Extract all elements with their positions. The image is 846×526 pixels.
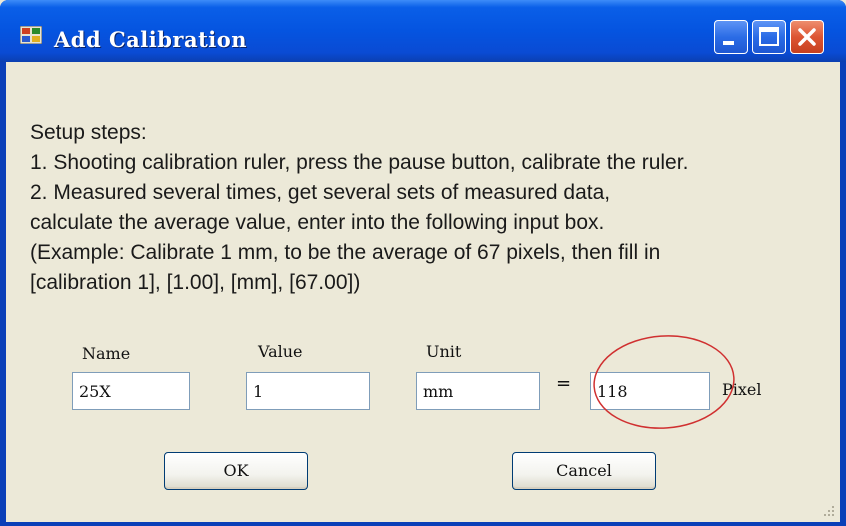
close-icon xyxy=(798,28,816,46)
value-label: Value xyxy=(258,342,303,361)
unit-input[interactable] xyxy=(416,372,540,410)
instructions-heading: Setup steps: xyxy=(30,121,147,144)
close-button[interactable] xyxy=(790,20,824,54)
name-input[interactable] xyxy=(72,372,190,410)
add-calibration-window: Add Calibration Setup steps: 1. Shooting… xyxy=(0,0,846,526)
title-bar[interactable]: Add Calibration xyxy=(0,0,846,62)
instruction-line: 2. Measured several times, get several s… xyxy=(30,181,611,204)
resize-grip-icon[interactable] xyxy=(822,504,836,518)
minimize-icon xyxy=(723,41,734,45)
value-input[interactable] xyxy=(246,372,370,410)
window-title: Add Calibration xyxy=(54,27,248,52)
cancel-button[interactable]: Cancel xyxy=(512,452,656,490)
setup-instructions: Setup steps: 1. Shooting calibration rul… xyxy=(30,118,830,298)
minimize-button[interactable] xyxy=(714,20,748,54)
instruction-line: (Example: Calibrate 1 mm, to be the aver… xyxy=(30,241,661,264)
name-label: Name xyxy=(82,344,131,363)
app-icon xyxy=(20,26,42,44)
ok-button[interactable]: OK xyxy=(164,452,308,490)
maximize-button[interactable] xyxy=(752,20,786,54)
dialog-body: Setup steps: 1. Shooting calibration rul… xyxy=(6,62,840,522)
equals-sign: = xyxy=(556,373,572,394)
highlight-ellipse xyxy=(593,335,735,429)
instruction-line: [calibration 1], [1.00], [mm], [67.00]) xyxy=(30,271,361,294)
maximize-icon xyxy=(759,27,779,46)
unit-label: Unit xyxy=(426,342,462,361)
instruction-line: 1. Shooting calibration ruler, press the… xyxy=(30,151,689,174)
instruction-line: calculate the average value, enter into … xyxy=(30,211,605,234)
